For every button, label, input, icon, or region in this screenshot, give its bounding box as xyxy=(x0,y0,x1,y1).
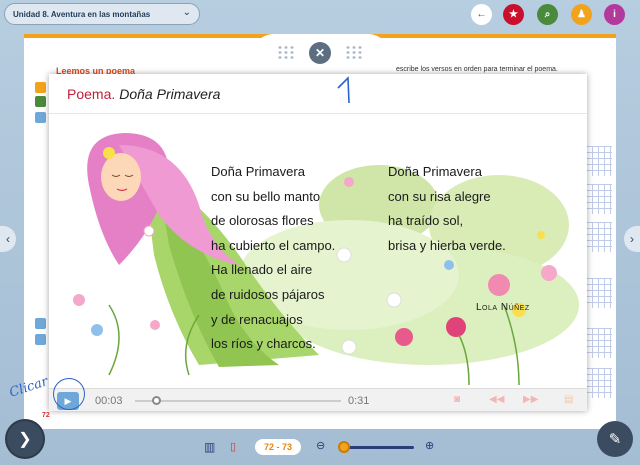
writing-grid xyxy=(586,328,612,358)
writing-grid xyxy=(586,184,612,214)
chevron-down-icon: ⌄ xyxy=(182,7,191,18)
poem-line: Doña Primavera xyxy=(388,164,482,179)
book-view-icon[interactable]: ▥ xyxy=(204,440,215,454)
total-time: 0:31 xyxy=(348,395,370,407)
pdf-icon[interactable]: ▯ xyxy=(230,440,236,453)
poem-modal: Poema. Doña Primavera Doña Primavera con… xyxy=(49,74,587,411)
chevron-right-icon: › xyxy=(630,232,634,246)
poem-line: de olorosas flores xyxy=(211,213,314,229)
poem-line: Ha llenado el aire xyxy=(211,262,313,278)
handwritten-circle-annotation xyxy=(53,378,85,410)
star-icon: ★ xyxy=(509,9,518,20)
audio-player: ▶ 00:03 0:31 ◙ ◀◀ ▶▶ ▤ xyxy=(49,388,587,411)
handwritten-number-annotation xyxy=(337,76,350,104)
current-time: 00:03 xyxy=(95,395,123,407)
drag-handle-icon[interactable] xyxy=(277,45,295,59)
page-number: 72 xyxy=(42,412,50,419)
zoom-out-icon[interactable]: ⊖ xyxy=(316,439,325,452)
writing-grid xyxy=(586,368,612,398)
menu-toggle-button[interactable]: ❯ xyxy=(7,421,43,457)
chevron-left-icon: ‹ xyxy=(6,232,10,246)
rewind-icon[interactable]: ◀◀ xyxy=(489,394,504,405)
bottom-toolbar: ▥ ▯ 72 - 73 ⊖ ⊕ xyxy=(200,437,440,457)
unit-label: Unidad 8. Aventura en las montañas xyxy=(13,9,151,19)
info-icon: i xyxy=(613,9,616,20)
poem-line: y de renacuajos xyxy=(211,311,303,327)
chevron-right-icon: ❯ xyxy=(18,431,32,448)
writing-grid xyxy=(586,146,612,176)
drag-handle-icon[interactable] xyxy=(345,45,363,59)
poem-line: ha cubierto el campo. xyxy=(211,237,336,253)
poem-line: ha traído sol, xyxy=(388,213,464,229)
close-icon: ✕ xyxy=(314,46,326,60)
page-instruction: escribe los versos en orden para termina… xyxy=(396,66,558,73)
progress-knob[interactable] xyxy=(151,396,161,405)
unit-selector[interactable]: Unidad 8. Aventura en las montañas ⌄ xyxy=(4,3,200,25)
star-button[interactable]: ★ xyxy=(503,4,524,25)
zoom-in-icon[interactable]: ⊕ xyxy=(425,439,434,452)
poem-stanza-right: Doña Primavera con su risa alegre ha tra… xyxy=(388,160,506,258)
user-icon: ♟ xyxy=(577,9,586,20)
zoom-knob[interactable] xyxy=(337,441,350,453)
audio-icon[interactable] xyxy=(35,82,46,93)
poem-line: brisa y hierba verde. xyxy=(388,237,506,253)
back-button[interactable]: ← xyxy=(471,4,492,25)
modal-title-prefix: Poema. xyxy=(67,85,116,102)
page-indicator[interactable]: 72 - 73 xyxy=(255,439,301,455)
poem-line: de ruidosos pájaros xyxy=(211,286,325,302)
resource-icon[interactable] xyxy=(35,112,46,123)
headphones-icon[interactable] xyxy=(35,96,46,107)
forward-icon[interactable]: ▶▶ xyxy=(523,394,538,405)
modal-header: Poema. Doña Primavera xyxy=(49,74,587,114)
pencil-icon: ✎ xyxy=(608,431,622,448)
arrow-left-icon: ← xyxy=(476,9,487,20)
resource-icon[interactable] xyxy=(35,334,46,345)
edit-button[interactable]: ✎ xyxy=(597,421,633,457)
writing-grid xyxy=(586,222,612,252)
writing-grid xyxy=(586,278,612,308)
subtitles-icon[interactable]: ◙ xyxy=(454,394,460,405)
search-button[interactable]: ⌕ xyxy=(537,4,558,25)
transcript-icon[interactable]: ▤ xyxy=(564,394,573,405)
poem-stanza-left: Doña Primavera con su bello manto de olo… xyxy=(211,160,335,357)
search-icon: ⌕ xyxy=(544,9,551,20)
info-button[interactable]: i xyxy=(604,4,625,25)
close-button[interactable]: ✕ xyxy=(309,42,331,64)
poem-line: los ríos y charcos. xyxy=(211,336,316,352)
poem-line: Doña Primavera xyxy=(211,164,305,179)
poem-illustration: Doña Primavera con su bello manto de olo… xyxy=(49,115,587,388)
user-button[interactable]: ♟ xyxy=(571,4,592,25)
progress-track[interactable] xyxy=(135,400,341,402)
poem-author: Lola Núñez xyxy=(476,302,530,313)
poem-line: con su risa alegre xyxy=(388,188,491,204)
poem-line: con su bello manto xyxy=(211,188,321,204)
resource-icon[interactable] xyxy=(35,318,46,329)
modal-title: Doña Primavera xyxy=(119,85,221,102)
zoom-slider[interactable] xyxy=(340,446,414,449)
